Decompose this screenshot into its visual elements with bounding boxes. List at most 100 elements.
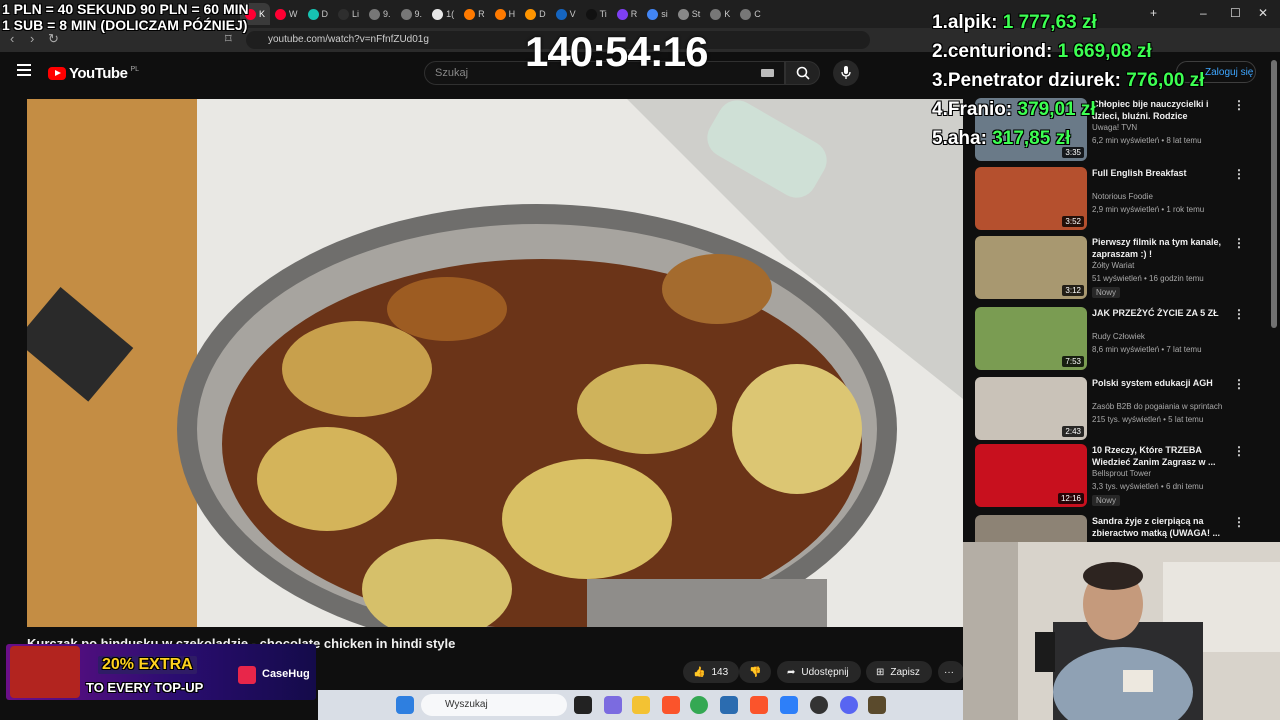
bookmark-icon[interactable]: ⌑ [225,31,232,47]
game-icon[interactable] [868,696,886,714]
browser-tab[interactable]: H [490,3,521,25]
keyboard-icon[interactable] [761,69,774,77]
save-button[interactable]: ⊞ Zapisz [866,661,932,683]
chrome-icon[interactable] [690,696,708,714]
video-title[interactable]: Polski system edukacji AGH [1092,377,1227,389]
maximize-button[interactable]: ☐ [1230,6,1241,20]
tab-label: K [259,9,266,19]
casehug-promo-banner: 20% EXTRA TO EVERY TOP-UP CaseHug [6,644,316,700]
close-window-button[interactable]: ✕ [1258,6,1268,20]
windows-start-icon[interactable] [396,696,414,714]
video-thumbnail[interactable]: 3:12 [975,236,1087,299]
browser-tab[interactable]: si [642,3,673,25]
like-count: 143 [711,666,729,678]
taskbar-search-placeholder: Wyszukaj [445,699,488,710]
more-options-icon[interactable]: ⋮ [1233,444,1245,458]
video-title[interactable]: Sandra żyje z cierpiącą na zbieractwo ma… [1092,515,1227,539]
video-title[interactable]: Pierwszy filmik na tym kanale, zapraszam… [1092,236,1227,260]
brave-active-icon[interactable] [750,696,768,714]
tab-favicon-icon [400,8,412,20]
video-player[interactable] [27,99,963,627]
more-options-icon[interactable]: ⋮ [1233,167,1245,181]
share-icon: ➦ [787,666,796,678]
taskbar-search[interactable]: Wyszukaj [421,694,567,716]
task-view-icon[interactable] [574,696,592,714]
search-placeholder: Szukaj [435,67,469,79]
video-meta: 51 wyświetleń • 16 godzin temu [1092,274,1204,283]
more-actions-button[interactable]: ··· [938,661,964,683]
tab-label: K [724,9,731,19]
browser-tab[interactable]: Ti [581,3,612,25]
video-duration: 3:12 [1062,285,1084,296]
video-title[interactable]: Full English Breakfast [1092,167,1227,179]
browser-tab[interactable]: D [520,3,551,25]
video-thumbnail[interactable]: 12:16 [975,444,1087,507]
browser-tab[interactable]: 9. [364,3,396,25]
brave-icon[interactable] [662,696,680,714]
video-thumbnail[interactable]: 7:53 [975,307,1087,370]
recommended-video[interactable]: 2:43 Polski system edukacji AGH Zasób B2B … [975,377,1245,441]
video-title[interactable]: JAK PRZEŻYĆ ŻYCIE ZA 5 ZŁ [1092,307,1227,319]
forward-icon[interactable]: › [30,31,34,46]
back-icon[interactable]: ‹ [10,31,14,46]
browser-tab[interactable]: W [270,3,303,25]
hamburger-menu-icon[interactable] [17,64,31,76]
recommended-video[interactable]: 3:52 Full English Breakfast Notorious Food… [975,167,1245,231]
browser-tab[interactable]: V [551,3,581,25]
browser-tab[interactable]: 9. [396,3,428,25]
reload-icon[interactable]: ↻ [48,31,59,47]
more-options-icon[interactable]: ⋮ [1233,98,1245,112]
more-options-icon[interactable]: ⋮ [1233,515,1245,529]
obs-icon[interactable] [810,696,828,714]
video-meta: 215 tys. wyświetleń • 5 lat temu [1092,415,1204,424]
video-thumbnail[interactable]: 2:43 [975,377,1087,440]
channel-name[interactable]: Żółty Wariat [1092,261,1134,270]
browser-tab[interactable]: 1( [427,3,459,25]
browser-tab[interactable]: R [612,3,643,25]
app-icon[interactable] [720,696,738,714]
search-button[interactable] [785,61,820,85]
logo-word: YouTube [69,65,128,82]
tab-label: 1( [446,9,455,19]
tab-favicon-icon [432,8,444,20]
recommended-video[interactable]: 3:12 Pierwszy filmik na tym kanale, zapra… [975,236,1245,300]
url-text: youtube.com/watch?v=nFfnfZUd01g [268,34,429,45]
video-duration: 7:53 [1062,356,1084,367]
browser-tab[interactable]: C [735,3,766,25]
video-title[interactable]: 10 Rzeczy, Które TRZEBA Wiedzieć Zanim Z… [1092,444,1227,468]
thumbs-up-icon: 👍 [693,666,706,678]
channel-name[interactable]: Rudy Człowiek [1092,332,1145,341]
donor-name: 2.centuriond: [932,41,1053,62]
channel-name[interactable]: Notorious Foodie [1092,192,1153,201]
tab-favicon-icon [464,8,476,20]
share-button[interactable]: ➦ Udostępnij [777,661,861,683]
donor-name: 3.Penetrator dziurek: [932,70,1121,91]
youtube-logo[interactable]: YouTube PL [48,65,139,82]
browser-tab[interactable]: R [459,3,490,25]
file-explorer-icon[interactable] [632,696,650,714]
copilot-icon[interactable] [604,696,622,714]
more-options-icon[interactable]: ⋮ [1233,377,1245,391]
new-badge: Nowy [1092,287,1121,298]
notepad-icon[interactable] [780,696,798,714]
browser-tab[interactable]: D [303,3,334,25]
recommended-video[interactable]: 7:53 JAK PRZEŻYĆ ŻYCIE ZA 5 ZŁ Rudy Człowi… [975,307,1245,371]
browser-tab[interactable]: K [705,3,735,25]
thumbs-down-icon: 👎 [749,666,762,678]
donation-rates: 1 PLN = 40 SEKUND 90 PLN = 60 MIN 1 SUB … [2,1,249,33]
channel-name[interactable]: Zasób B2B do pogaiania w sprintach [1092,402,1222,411]
browser-tab[interactable]: Li [333,3,364,25]
discord-icon[interactable] [840,696,858,714]
channel-name[interactable]: Bellsprout Tower [1092,469,1151,478]
leaderboard-entry: 3.Penetrator dziurek: 776,00 zł [932,66,1204,95]
dislike-button[interactable]: 👎 [739,661,771,683]
more-options-icon[interactable]: ⋮ [1233,236,1245,250]
more-options-icon[interactable]: ⋮ [1233,307,1245,321]
like-button[interactable]: 👍 143 [683,661,739,683]
video-thumbnail[interactable]: 3:52 [975,167,1087,230]
voice-search-button[interactable] [833,60,859,86]
scrollbar[interactable] [1271,60,1277,328]
sign-in-label: Zaloguj się [1205,67,1254,78]
recommended-video[interactable]: 12:16 10 Rzeczy, Które TRZEBA Wiedzieć Za… [975,444,1245,508]
browser-tab[interactable]: St [673,3,706,25]
